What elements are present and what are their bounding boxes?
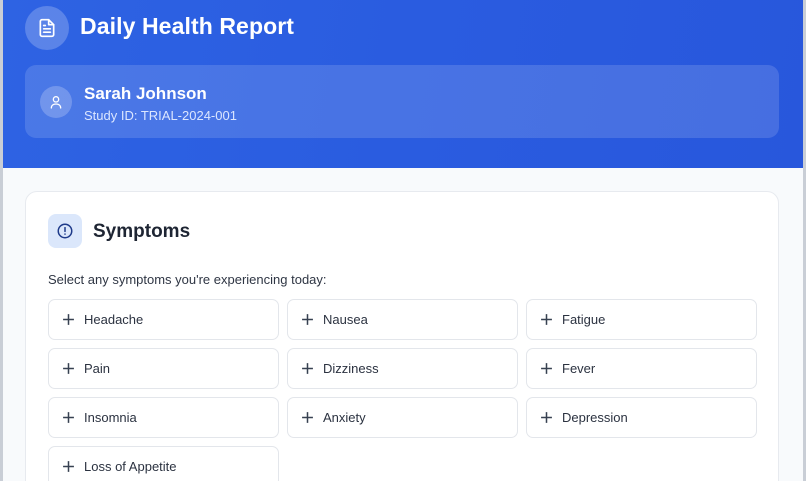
symptoms-card: Symptoms Select any symptoms you're expe… (25, 191, 779, 481)
symptom-button-anxiety[interactable]: Anxiety (287, 397, 518, 438)
symptom-button-nausea[interactable]: Nausea (287, 299, 518, 340)
symptom-button-loss-of-appetite[interactable]: Loss of Appetite (48, 446, 279, 481)
report-header: Daily Health Report Sarah Johnson Study … (3, 0, 803, 168)
document-icon (25, 6, 69, 50)
symptom-button-headache[interactable]: Headache (48, 299, 279, 340)
plus-icon (302, 314, 313, 325)
symptom-button-fever[interactable]: Fever (526, 348, 757, 389)
plus-icon (63, 314, 74, 325)
symptom-label: Loss of Appetite (84, 459, 177, 474)
symptom-button-pain[interactable]: Pain (48, 348, 279, 389)
symptom-label: Dizziness (323, 361, 379, 376)
symptom-button-insomnia[interactable]: Insomnia (48, 397, 279, 438)
alert-circle-icon (48, 214, 82, 248)
section-title: Symptoms (93, 221, 191, 242)
patient-card: Sarah Johnson Study ID: TRIAL-2024-001 (25, 65, 779, 138)
symptom-label: Headache (84, 312, 144, 327)
symptom-button-fatigue[interactable]: Fatigue (526, 299, 757, 340)
page: Daily Health Report Sarah Johnson Study … (0, 0, 806, 481)
symptom-button-depression[interactable]: Depression (526, 397, 757, 438)
symptom-label: Anxiety (323, 410, 366, 425)
plus-icon (541, 412, 552, 423)
study-id: Study ID: TRIAL-2024-001 (84, 108, 237, 123)
section-prompt: Select any symptoms you're experiencing … (48, 272, 327, 287)
page-title: Daily Health Report (80, 13, 295, 39)
symptom-label: Nausea (323, 312, 368, 327)
symptom-label: Depression (562, 410, 628, 425)
user-icon (40, 86, 72, 118)
symptom-label: Fever (562, 361, 596, 376)
plus-icon (541, 363, 552, 374)
plus-icon (541, 314, 552, 325)
symptom-label: Pain (84, 361, 111, 376)
symptom-button-dizziness[interactable]: Dizziness (287, 348, 518, 389)
plus-icon (63, 461, 74, 472)
patient-name: Sarah Johnson (84, 84, 207, 103)
symptom-label: Fatigue (562, 312, 606, 327)
symptom-label: Insomnia (84, 410, 137, 425)
plus-icon (63, 412, 74, 423)
plus-icon (302, 363, 313, 374)
plus-icon (302, 412, 313, 423)
plus-icon (63, 363, 74, 374)
symptom-grid: Headache Nausea Fatigue Pain Dizziness F… (48, 299, 758, 481)
